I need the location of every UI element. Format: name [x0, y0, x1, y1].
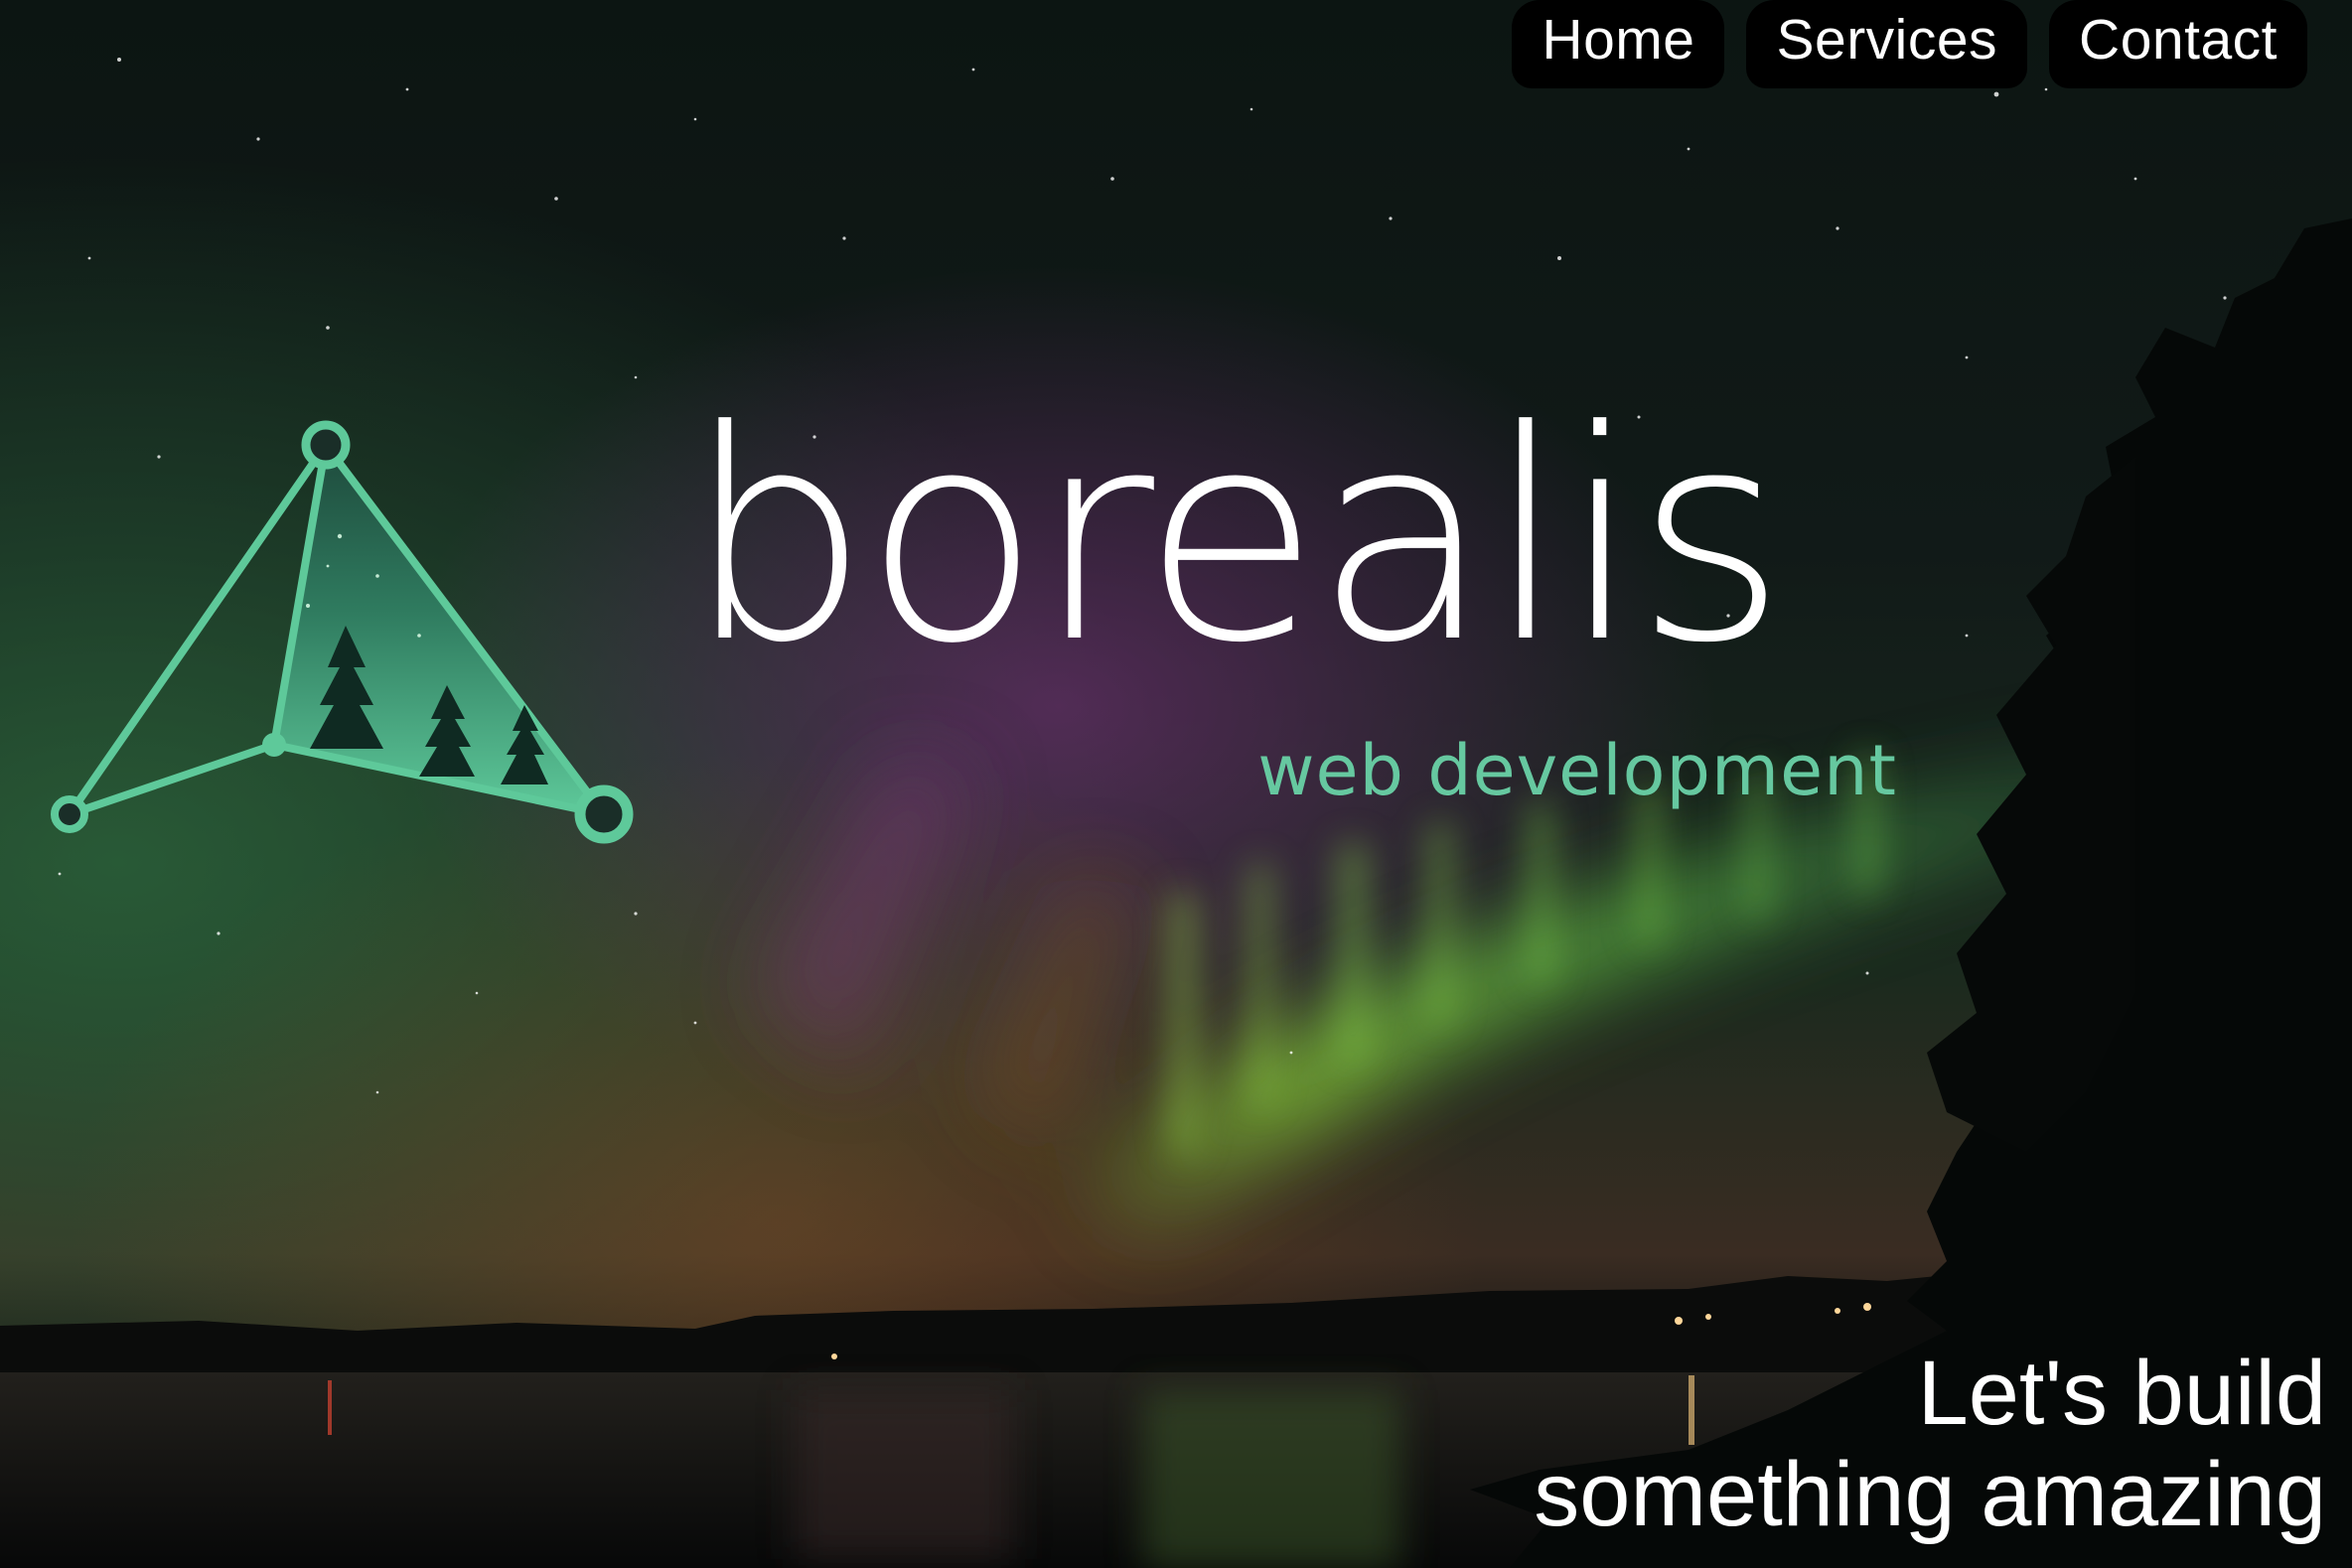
constellation-triangle-logo-icon [51, 420, 634, 844]
hero-tagline-line-2: something amazing [1534, 1444, 2326, 1545]
hero-section: Home Services Contact borealis web devel… [0, 0, 2352, 1568]
brand-name: borealis [685, 368, 1787, 706]
main-nav: Home Services Contact [1512, 0, 2307, 88]
nav-contact-button[interactable]: Contact [2049, 0, 2307, 88]
nav-home-button[interactable]: Home [1512, 0, 1725, 88]
hero-tagline: Let's build something amazing [1534, 1343, 2326, 1545]
brand-wordmark: borealis web development [685, 368, 1917, 811]
hero-tagline-line-1: Let's build [1917, 1343, 2326, 1444]
brand-tagline: web development [1257, 730, 1897, 811]
nav-services-button[interactable]: Services [1746, 0, 2028, 88]
